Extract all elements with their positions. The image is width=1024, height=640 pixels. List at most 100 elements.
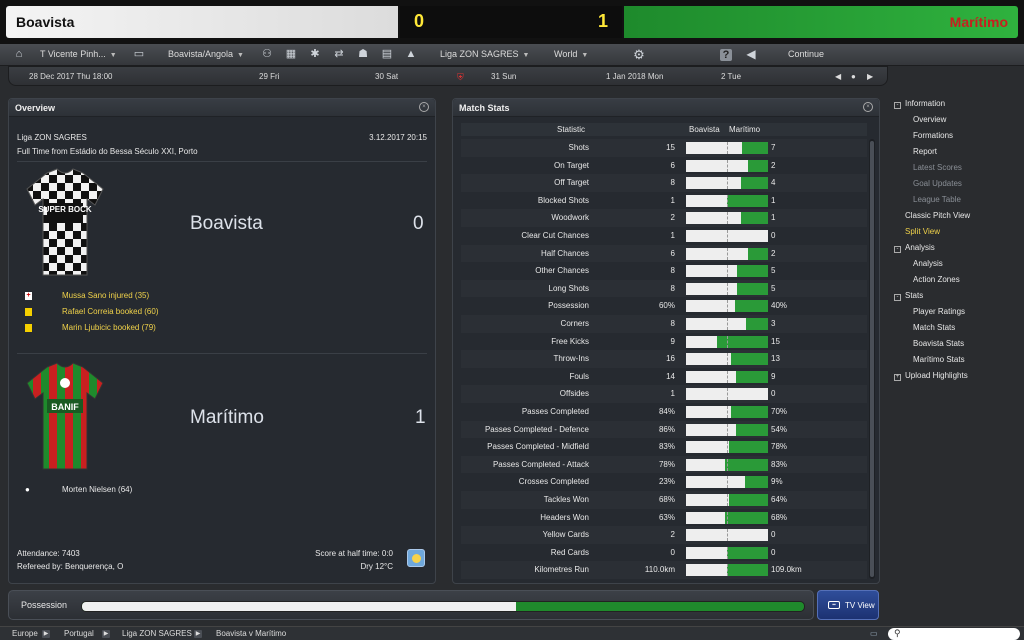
side-menu-item[interactable]: Match Stats [913,323,955,332]
home-team-label: Boavista [190,213,263,234]
side-menu-item[interactable]: + Upload Highlights [894,371,968,381]
collapse-icon[interactable]: - [894,102,901,109]
calendar-next-icon[interactable]: ▶ [867,72,873,81]
stat-bar-midline [727,247,728,260]
calendar-day[interactable]: 31 Sun [491,72,516,81]
stat-away-value: 0 [771,530,776,540]
attendance: Attendance: 7403 [17,549,80,558]
breadcrumb-item[interactable]: Europe [12,629,38,638]
breadcrumb-item[interactable]: Boavista v Marítimo [216,629,286,638]
side-menu-item[interactable]: League Table [913,195,961,204]
training-icon[interactable]: ✱ [308,48,322,61]
side-menu-item[interactable]: Formations [913,131,953,140]
stat-bar-midline [727,529,728,542]
calendar-day[interactable]: 1 Jan 2018 Mon [606,72,663,81]
calendar-day[interactable]: 29 Fri [259,72,279,81]
side-menu-item[interactable]: Player Ratings [913,307,965,316]
world-dropdown[interactable]: World ▼ [554,49,588,59]
home-icon[interactable]: ⌂ [12,48,26,61]
stat-home-fill [686,370,737,383]
finances-icon[interactable]: ▤ [380,48,394,61]
match-event: ● Morten Nielsen (64) [25,485,132,494]
inbox-icon[interactable]: ▭ [132,48,146,61]
gear-icon[interactable]: ⚙ [632,48,646,61]
breadcrumb-arrow-icon[interactable]: ▶ [102,630,110,638]
stat-comparison-bar [686,194,768,207]
stat-label: Possession [548,301,589,311]
competition-dropdown[interactable]: Liga ZON SAGRES ▼ [440,49,529,59]
stat-row: Yellow Cards 2 0 [461,526,867,544]
transfers-icon[interactable]: ⇄ [332,48,346,61]
side-menu-item[interactable]: Action Zones [913,275,960,284]
match-stats-title: Match Stats [459,103,510,113]
calendar-prev-icon[interactable]: ◀ [835,72,841,81]
side-menu-item[interactable]: Split View [905,227,940,236]
stat-away-value: 64% [771,495,788,504]
match-badge-icon[interactable]: ⛨ [457,72,464,83]
breadcrumb-item[interactable]: Portugal [64,629,94,638]
home-team-name: Boavista [16,14,75,30]
stat-home-fill [686,423,737,436]
stat-home-fill [686,159,748,172]
calendar-day[interactable]: 2 Tue [721,72,741,81]
breadcrumb: Europe ▶ Portugal ▶ Liga ZON SAGRES ▶ Bo… [0,626,1024,640]
stat-home-value: 9 [670,336,675,346]
stat-row: Possession 60% 40% [461,297,867,315]
stat-home-value: 63% [658,512,675,522]
expand-icon[interactable]: + [894,374,901,381]
stat-home-fill [686,458,726,471]
stats-scrollbar[interactable] [869,139,875,579]
close-icon[interactable]: × [863,102,873,112]
squad-icon[interactable]: ⚇ [260,48,274,61]
staff-icon[interactable]: ☗ [356,48,370,61]
stat-row: Passes Completed - Attack 78% 83% [461,455,867,474]
side-menu-item[interactable]: Analysis [913,259,943,268]
help-icon[interactable]: ? [720,49,732,61]
side-menu-item[interactable]: Classic Pitch View [905,211,970,220]
breadcrumb-arrow-icon[interactable]: ▶ [194,630,202,638]
tactics-icon[interactable]: ▦ [284,48,298,61]
stat-home-fill [686,511,726,524]
close-icon[interactable]: × [419,102,429,112]
side-menu-item[interactable]: - Stats [894,291,923,301]
back-arrow-icon[interactable]: ◀ [744,48,758,61]
side-menu-item[interactable]: Boavista Stats [913,339,964,348]
notes-icon[interactable]: ▭ [870,629,878,638]
club-dropdown[interactable]: Boavista/Angola ▼ [168,49,244,59]
search-input[interactable]: ⚲ [888,628,1020,640]
calendar-today-icon[interactable]: ● [851,72,856,81]
competition-label: Liga ZON SAGRES [440,49,519,59]
reports-icon[interactable]: ▲ [404,48,418,61]
stat-label: Passes Completed - Attack [492,459,589,469]
stat-comparison-bar [686,511,768,524]
calendar-day-name: Sat [386,72,399,81]
side-menu-item[interactable]: Marítimo Stats [913,355,965,364]
side-menu-item[interactable]: - Analysis [894,243,935,253]
side-menu-item[interactable]: Report [913,147,937,156]
scroll-thumb[interactable] [870,141,874,577]
manager-dropdown[interactable]: T Vicente Pinh... ▼ [40,49,117,59]
overview-panel: Overview × Liga ZON SAGRES 3.12.2017 20:… [8,98,436,584]
stat-bar-midline [727,353,728,366]
calendar-day[interactable]: 30 Sat [375,72,398,81]
yellow-card-icon [25,307,32,316]
continue-button[interactable]: Continue [788,49,824,59]
stat-comparison-bar [686,265,768,278]
stat-row: On Target 6 2 [461,157,867,175]
breadcrumb-item[interactable]: Liga ZON SAGRES [122,629,192,638]
stat-away-value: 9 [771,371,776,381]
side-menu-item[interactable]: - Information [894,99,945,109]
tv-view-button[interactable]: ▪▪ TV View [817,590,879,620]
stat-row: Passes Completed - Midfield 83% 78% [461,438,867,456]
collapse-icon[interactable]: - [894,294,901,301]
collapse-icon[interactable]: - [894,246,901,253]
breadcrumb-arrow-icon[interactable]: ▶ [42,630,50,638]
stat-bar-midline [727,370,728,383]
stat-label: Woodwork [551,213,589,223]
side-menu-item[interactable]: Latest Scores [913,163,962,172]
side-menu-label: Latest Scores [913,163,962,172]
side-menu-item[interactable]: Goal Updates [913,179,962,188]
goal-ball-icon: ● [25,484,30,494]
stat-row: Free Kicks 9 15 [461,333,867,351]
side-menu-item[interactable]: Overview [913,115,946,124]
